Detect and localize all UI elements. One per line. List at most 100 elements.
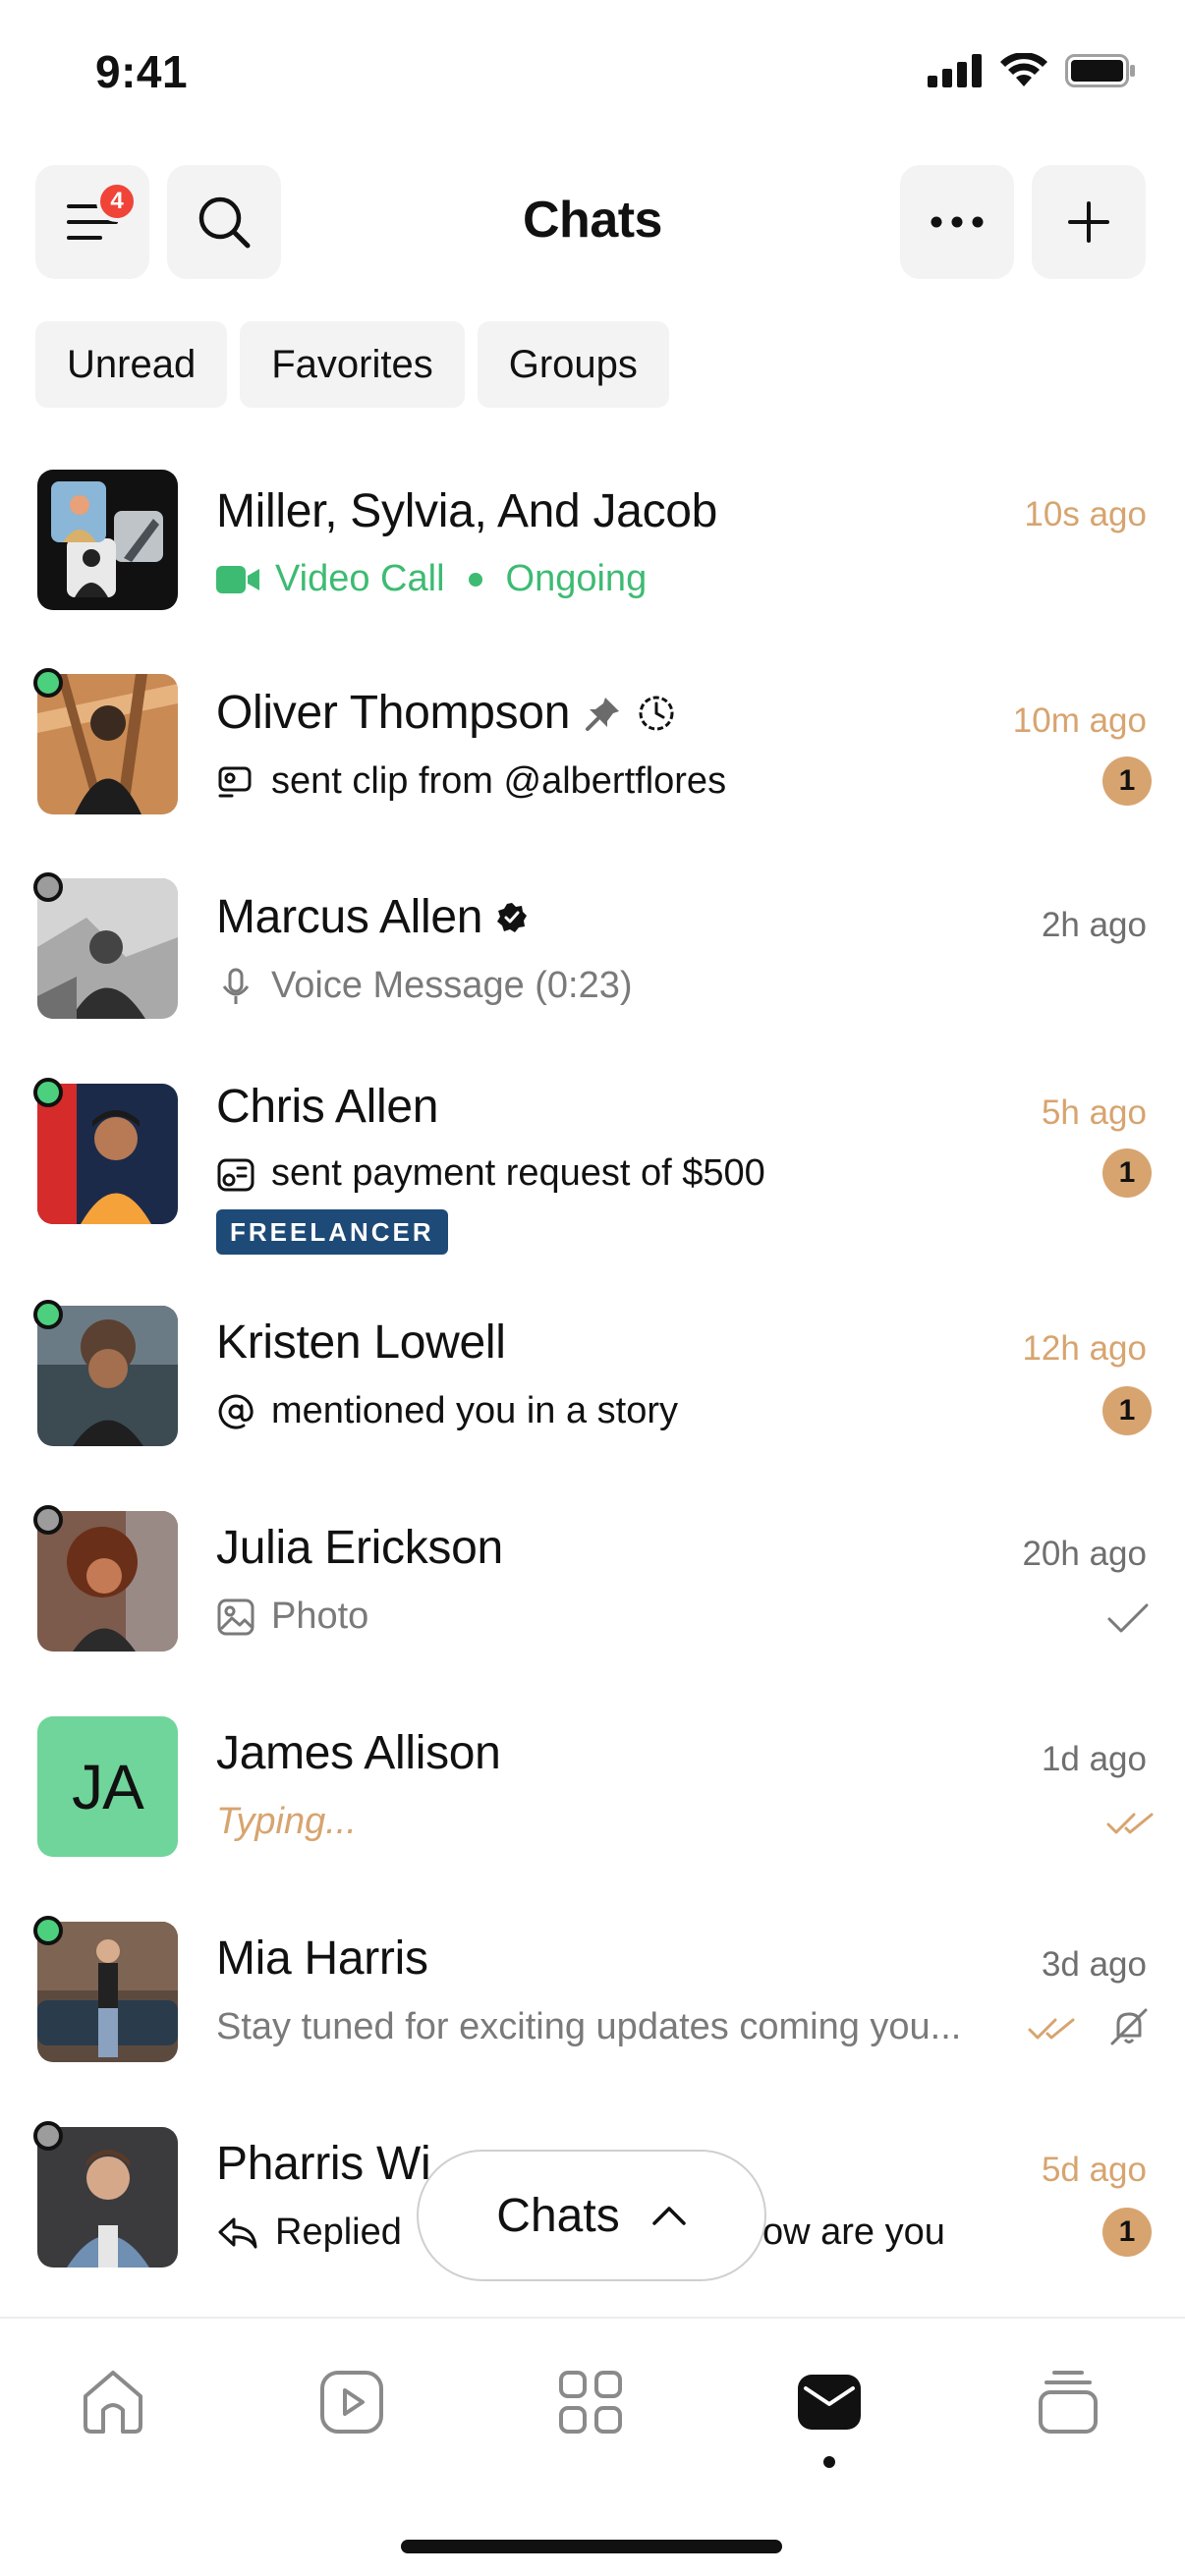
more-icon xyxy=(931,216,984,228)
nav-apps[interactable] xyxy=(546,2358,635,2446)
chat-preview: mentioned you in a story xyxy=(216,1390,678,1432)
chat-name: Chris Allen xyxy=(216,1081,439,1133)
payment-icon xyxy=(217,1158,254,1191)
online-indicator xyxy=(33,1300,63,1329)
call-label: Video Call xyxy=(275,558,445,599)
chat-time: 3d ago xyxy=(1041,1945,1147,1984)
chat-time: 12h ago xyxy=(1022,1329,1147,1368)
plus-icon xyxy=(1068,201,1109,243)
preview-text: mentioned you in a story xyxy=(271,1390,679,1431)
chat-name: Miller, Sylvia, And Jacob xyxy=(216,485,718,537)
chat-name: James Allison xyxy=(216,1727,501,1779)
wifi-icon xyxy=(1000,53,1047,86)
chat-preview: Photo xyxy=(216,1596,368,1638)
microphone-icon xyxy=(222,968,250,1004)
chat-time: 5d ago xyxy=(1041,2151,1147,2189)
chat-time: 1d ago xyxy=(1041,1740,1147,1778)
preview-text-start: Replied xyxy=(275,2212,402,2253)
online-indicator xyxy=(33,1916,63,1945)
online-indicator xyxy=(33,1078,63,1107)
sent-check-icon xyxy=(1107,1603,1149,1633)
filter-groups[interactable]: Groups xyxy=(477,321,669,408)
muted-bell-icon xyxy=(1110,2008,1148,2045)
avatar xyxy=(37,1922,178,2062)
verified-icon xyxy=(497,902,528,932)
pin-icon xyxy=(586,697,620,731)
group-avatar xyxy=(37,470,178,610)
preview-text: sent payment request of $500 xyxy=(271,1152,765,1194)
chat-time: 20h ago xyxy=(1022,1535,1147,1573)
chat-preview-end: ow are you xyxy=(762,2212,945,2253)
chat-name-line: Marcus Allen xyxy=(216,890,528,944)
chat-time: 10s ago xyxy=(1024,495,1147,533)
nav-collections[interactable] xyxy=(1024,2358,1112,2446)
nav-videos[interactable] xyxy=(308,2358,396,2446)
chat-name: Marcus Allen xyxy=(216,891,483,943)
bottom-nav xyxy=(0,2317,1185,2576)
filter-unread[interactable]: Unread xyxy=(35,321,228,408)
chat-row[interactable]: Mia Harris Stay tuned for exciting updat… xyxy=(0,1916,1185,2075)
more-button[interactable] xyxy=(900,165,1014,279)
offline-indicator xyxy=(33,872,63,902)
online-indicator xyxy=(33,668,63,698)
offline-indicator xyxy=(33,2121,63,2151)
filter-favorites[interactable]: Favorites xyxy=(240,321,465,408)
chat-name: Oliver Thompson xyxy=(216,687,571,739)
status-time: 9:41 xyxy=(95,46,189,97)
chat-name: Kristen Lowell xyxy=(216,1316,506,1369)
video-call-icon xyxy=(216,565,259,593)
home-icon xyxy=(84,2371,142,2434)
typing-indicator: Typing... xyxy=(216,1801,357,1842)
active-tab-dot xyxy=(823,2456,835,2468)
chat-time: 5h ago xyxy=(1041,1093,1147,1132)
grid-icon xyxy=(559,2371,622,2434)
header: 4 Chats xyxy=(0,165,1185,279)
chat-preview: sent clip from @albertflores xyxy=(216,760,726,803)
battery-icon xyxy=(1065,54,1135,87)
read-check-icon xyxy=(1106,1813,1154,1834)
home-indicator xyxy=(401,2540,782,2553)
preview-text: sent clip from @albertflores xyxy=(271,760,727,802)
chevron-up-icon xyxy=(651,2207,686,2225)
initials-avatar: JA xyxy=(37,1716,178,1857)
chat-preview: Voice Message (0:23) xyxy=(216,965,633,1007)
chat-row[interactable]: Kristen Lowell mentioned you in a story … xyxy=(0,1300,1185,1459)
filter-chips: Unread Favorites Groups xyxy=(35,321,669,408)
chat-name-line: Oliver Thompson xyxy=(216,686,676,740)
chat-preview: Replied xyxy=(216,2212,402,2254)
timer-icon xyxy=(639,696,674,730)
chat-time: 2h ago xyxy=(1041,906,1147,944)
chat-row[interactable]: Julia Erickson Photo 20h ago xyxy=(0,1505,1185,1664)
chat-time: 10m ago xyxy=(1012,701,1147,740)
unread-badge: 1 xyxy=(1102,1386,1152,1435)
avatar xyxy=(37,1306,178,1446)
chat-name: Mia Harris xyxy=(216,1932,428,1985)
chat-row[interactable]: JA James Allison Typing... 1d ago xyxy=(0,1712,1185,1870)
offline-indicator xyxy=(33,1505,63,1535)
chat-row[interactable]: Chris Allen sent payment request of $500… xyxy=(0,1076,1185,1272)
call-status: Ongoing xyxy=(505,558,648,599)
chat-name: Julia Erickson xyxy=(216,1522,503,1574)
avatar xyxy=(37,2127,178,2268)
unread-badge: 1 xyxy=(1102,756,1152,806)
preview-text: Photo xyxy=(271,1596,369,1637)
mention-icon xyxy=(218,1394,254,1428)
nav-messages[interactable] xyxy=(785,2358,874,2446)
play-icon xyxy=(320,2371,383,2434)
chat-preview: Video Call Ongoing xyxy=(216,558,647,600)
avatar xyxy=(37,1511,178,1652)
status-icons xyxy=(928,53,1136,88)
chat-row[interactable]: Oliver Thompson sent clip from @albertfl… xyxy=(0,666,1185,823)
photo-icon xyxy=(217,1598,254,1635)
chat-row[interactable]: Marcus Allen Voice Message (0:23) 2h ago xyxy=(0,870,1185,1028)
avatar-initials: JA xyxy=(72,1751,144,1822)
reply-icon xyxy=(218,2217,257,2248)
signal-icon xyxy=(928,54,982,87)
chats-switcher-pill[interactable]: Chats xyxy=(417,2150,766,2281)
new-chat-button[interactable] xyxy=(1032,165,1146,279)
pill-label: Chats xyxy=(496,2189,620,2242)
unread-badge: 1 xyxy=(1102,2208,1152,2257)
nav-home[interactable] xyxy=(69,2358,157,2446)
avatar xyxy=(37,878,178,1019)
chat-row[interactable]: Miller, Sylvia, And Jacob Video Call Ong… xyxy=(0,460,1185,617)
